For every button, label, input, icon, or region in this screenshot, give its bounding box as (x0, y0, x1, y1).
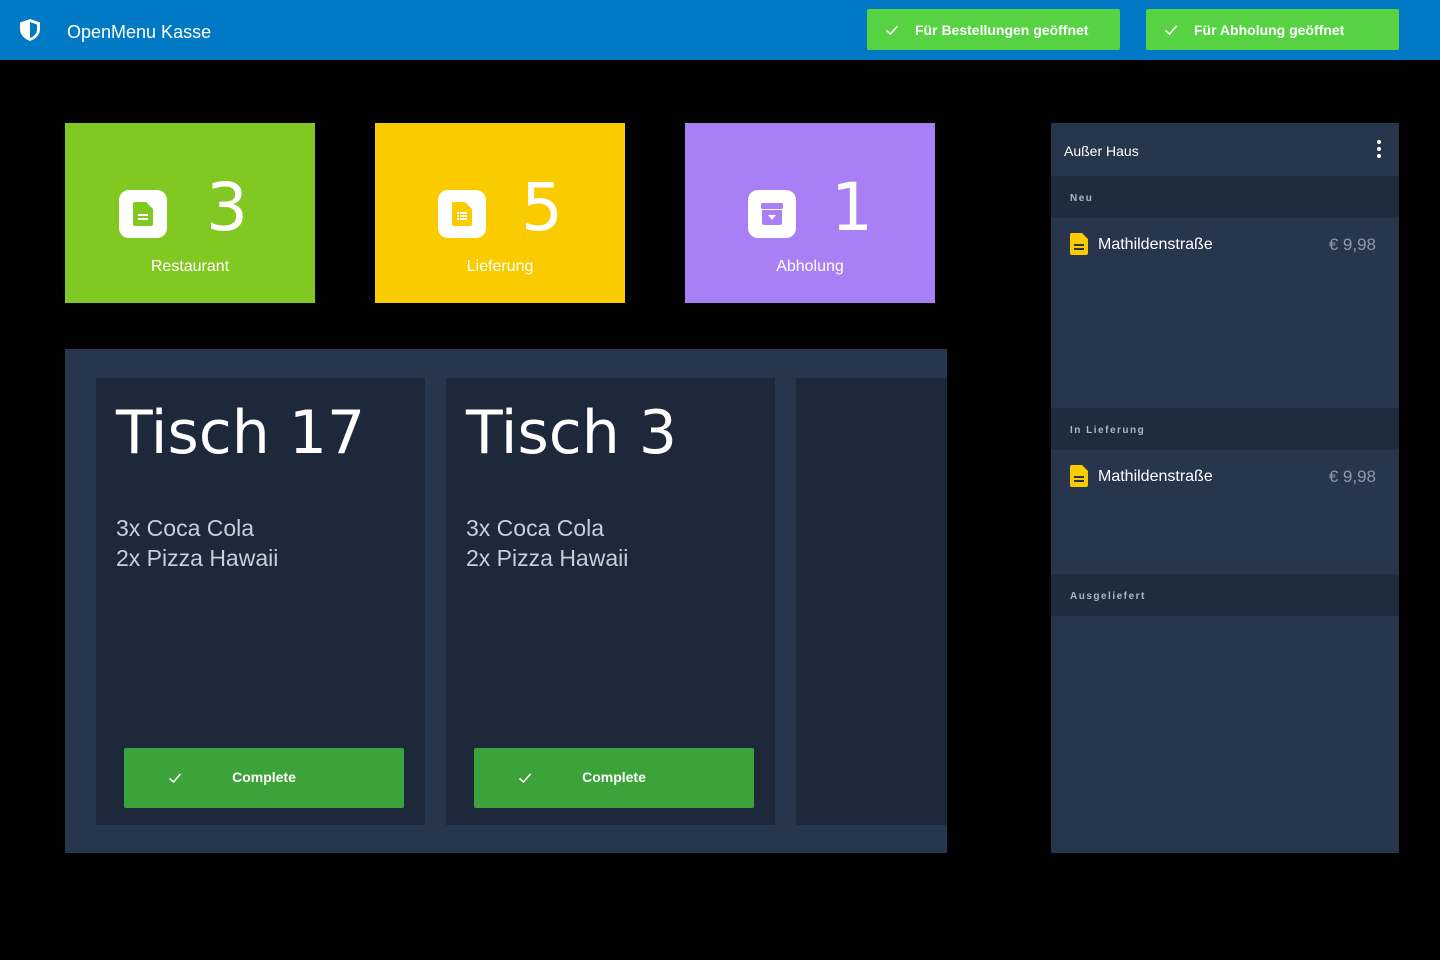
order-price: € 9,98 (1328, 235, 1376, 254)
orders-board: Tisch 17 3x Coca Cola 2x Pizza Hawaii Co… (65, 349, 947, 853)
order-price: € 9,98 (1328, 467, 1376, 486)
order-item: 2x Pizza Hawaii (116, 545, 279, 571)
pickup-count: 1 (831, 169, 873, 246)
check-icon (1164, 24, 1178, 35)
section-heading: Neu (1070, 193, 1094, 204)
more-vert-icon[interactable] (1375, 140, 1383, 160)
delivery-count: 5 (521, 169, 563, 246)
order-items: 3x Coca Cola 2x Pizza Hawaii (466, 513, 628, 573)
pickup-label: Abholung (776, 258, 844, 275)
order-items: 3x Coca Cola 2x Pizza Hawaii (116, 513, 278, 573)
order-item: 2x Pizza Hawaii (466, 545, 629, 571)
panel-header: Außer Haus (1051, 123, 1399, 176)
takeaway-panel: Außer Haus Neu Mathildenstraße € 9,98 In… (1051, 123, 1399, 853)
top-bar: OpenMenu Kasse Für Bestellungen geöffnet… (0, 0, 1440, 60)
order-item: 3x Coca Cola (466, 515, 605, 541)
order-card: Tisch 3 3x Coca Cola 2x Pizza Hawaii Com… (446, 378, 775, 825)
order-table-title: Tisch 17 (116, 398, 366, 468)
section-header-in-delivery: In Lieferung (1051, 408, 1399, 450)
complete-label: Complete (232, 769, 296, 785)
complete-label: Complete (582, 769, 646, 785)
order-address: Mathildenstraße (1098, 468, 1213, 485)
tile-icon-box (748, 190, 796, 238)
delivery-label: Lieferung (466, 258, 534, 275)
restaurant-count: 3 (206, 169, 248, 246)
document-icon (1070, 233, 1088, 255)
section-heading: Ausgeliefert (1070, 591, 1146, 602)
complete-button[interactable]: Complete (124, 748, 404, 808)
open-for-pickup-label: Für Abholung geöffnet (1194, 21, 1345, 38)
order-table-title: Tisch 3 (466, 398, 677, 468)
complete-button[interactable]: Complete (474, 748, 754, 808)
tile-icon-box (438, 190, 486, 238)
archive-icon (761, 203, 783, 225)
tile-pickup[interactable]: 1 Abholung (685, 123, 935, 303)
open-for-orders-label: Für Bestellungen geöffnet (915, 21, 1089, 38)
shield-icon (20, 19, 40, 41)
tile-delivery[interactable]: 5 Lieferung (375, 123, 625, 303)
open-for-orders-button[interactable]: Für Bestellungen geöffnet (867, 9, 1120, 50)
order-card: Tisch 17 3x Coca Cola 2x Pizza Hawaii Co… (96, 378, 425, 825)
order-address: Mathildenstraße (1098, 236, 1213, 253)
delivery-order-row[interactable]: Mathildenstraße € 9,98 (1051, 465, 1399, 505)
order-card-partial (796, 378, 947, 825)
tile-restaurant[interactable]: 3 Restaurant (65, 123, 315, 303)
document-icon (133, 202, 153, 226)
section-header-delivered: Ausgeliefert (1051, 574, 1399, 616)
restaurant-label: Restaurant (150, 258, 230, 275)
panel-title: Außer Haus (1064, 143, 1139, 159)
order-item: 3x Coca Cola (116, 515, 255, 541)
section-header-new: Neu (1051, 176, 1399, 218)
document-icon (1070, 465, 1088, 487)
tile-icon-box (119, 190, 167, 238)
delivery-order-row[interactable]: Mathildenstraße € 9,98 (1051, 233, 1399, 273)
section-heading: In Lieferung (1070, 425, 1146, 436)
list-document-icon (452, 202, 472, 226)
app-title: OpenMenu Kasse (67, 22, 212, 42)
check-icon (885, 24, 899, 35)
open-for-pickup-button[interactable]: Für Abholung geöffnet (1146, 9, 1399, 50)
